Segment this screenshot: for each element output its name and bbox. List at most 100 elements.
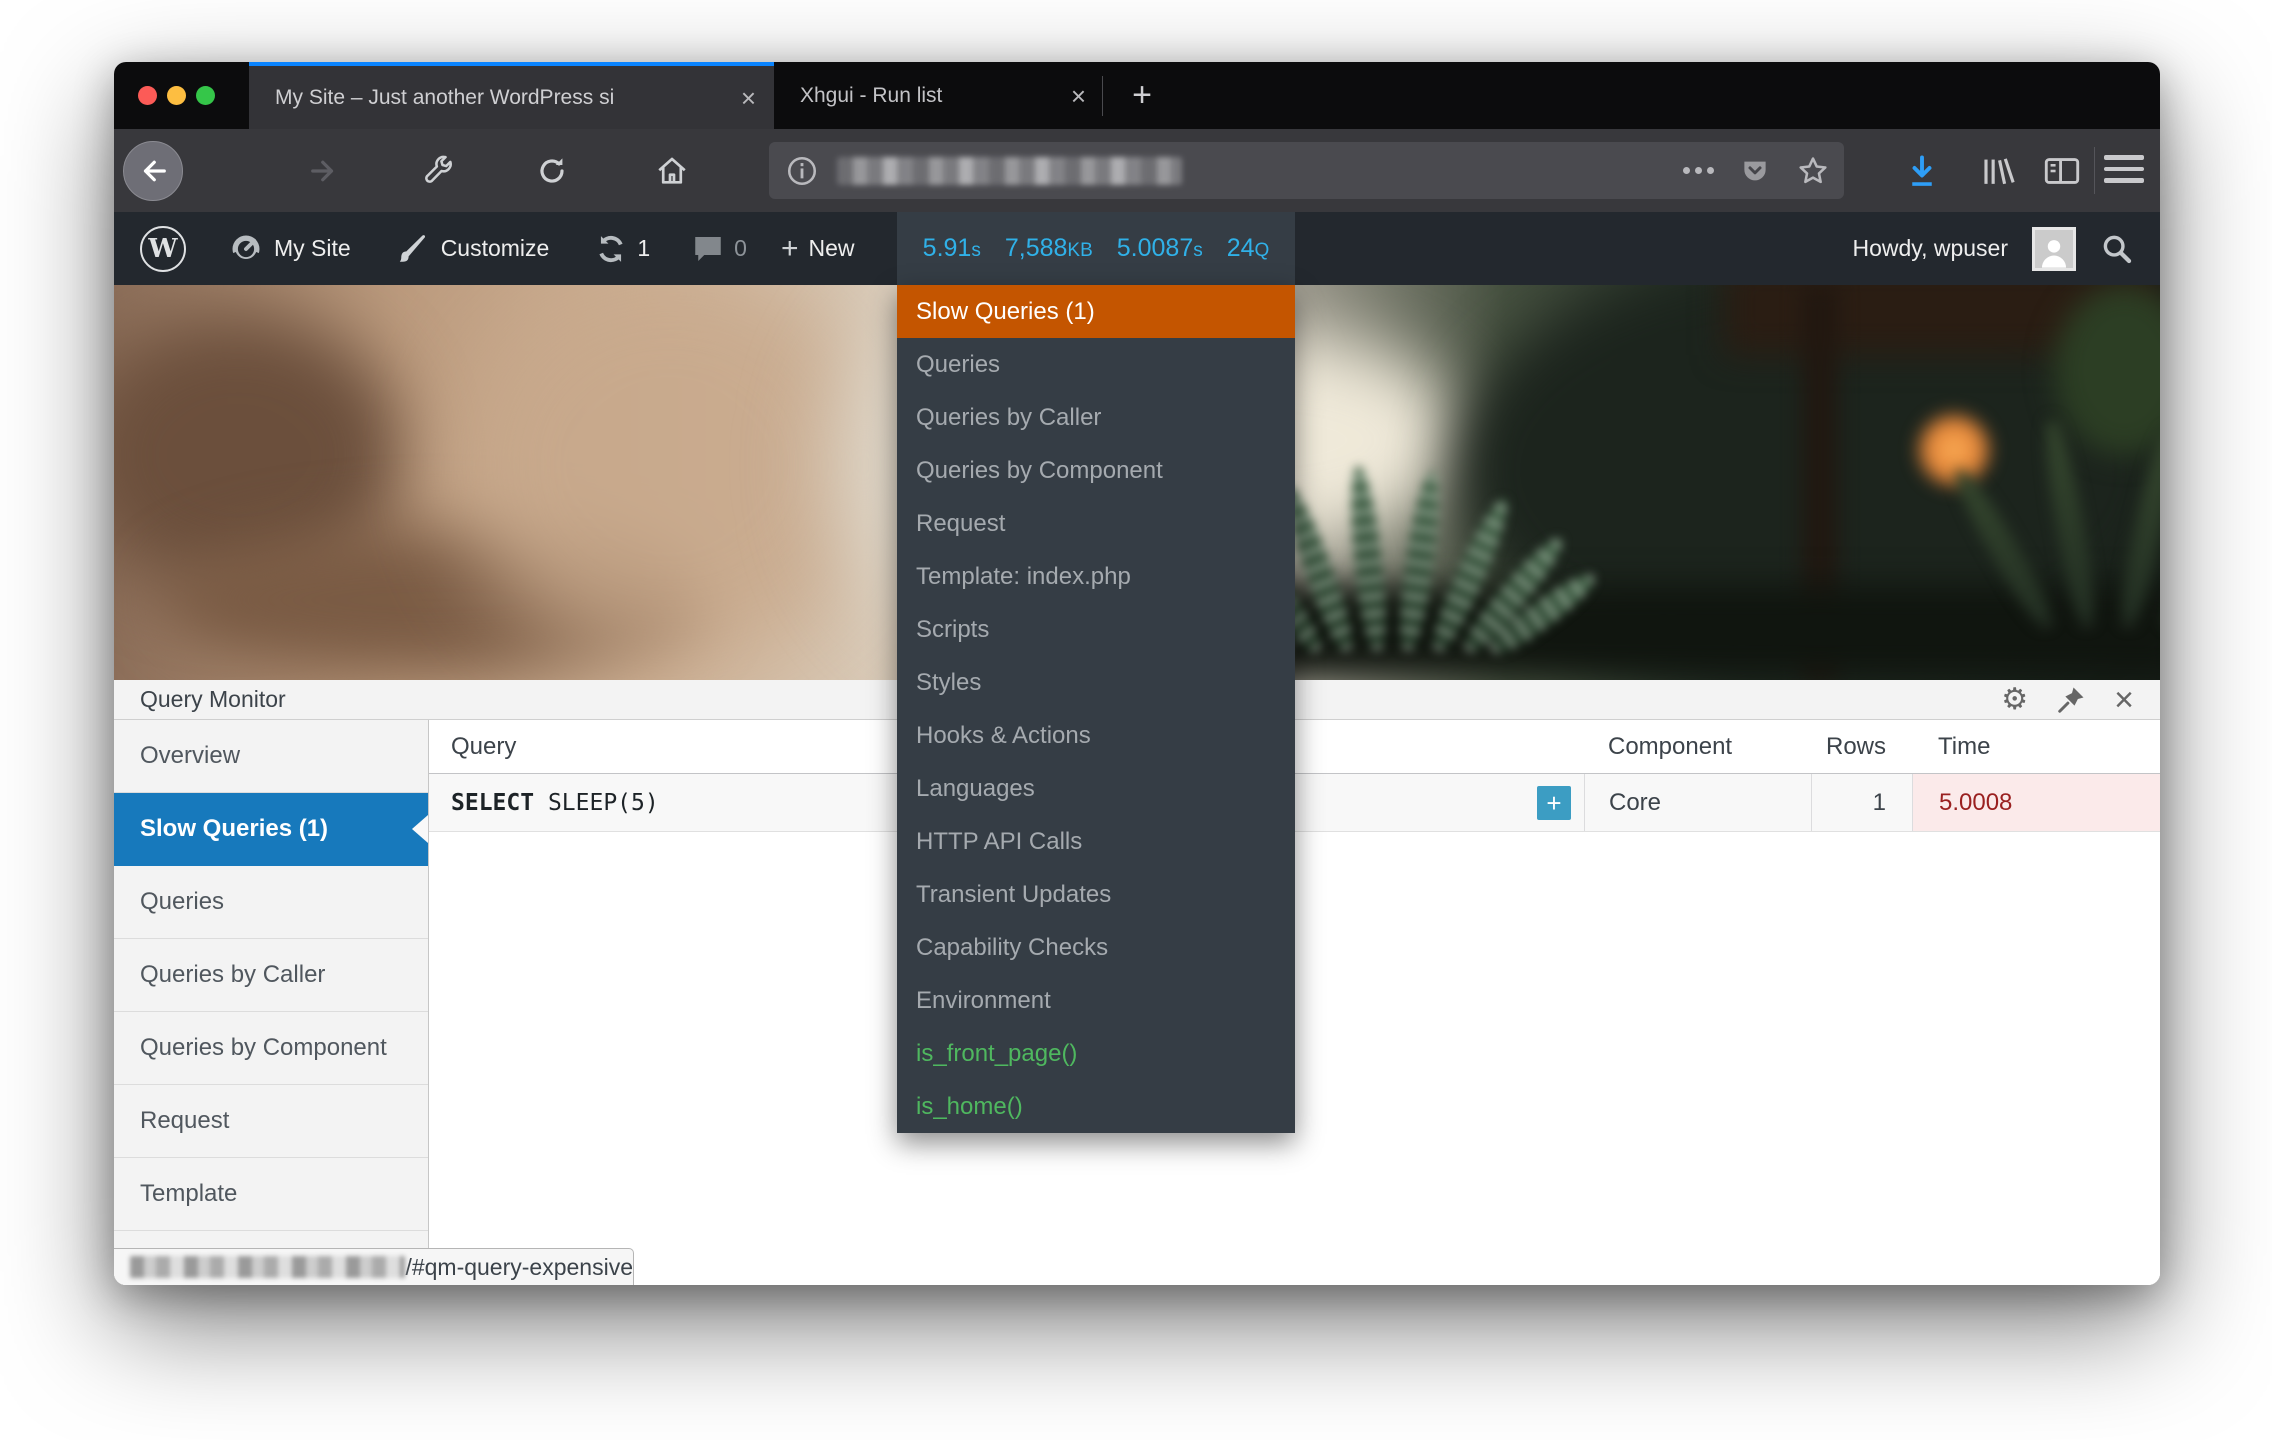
close-window-button[interactable] (138, 86, 157, 105)
query-monitor-stats-menu[interactable]: 5.91s 7,588KB 5.0087s 24Q (897, 212, 1295, 285)
home-button[interactable] (642, 129, 702, 212)
tab-title: My Site – Just another WordPress si (249, 86, 723, 110)
customize-menu[interactable]: Customize (397, 212, 550, 285)
menu-item-template[interactable]: Template: index.php (897, 550, 1295, 603)
menu-item-http-api-calls[interactable]: HTTP API Calls (897, 815, 1295, 868)
wrench-icon (423, 155, 455, 187)
brush-icon (397, 232, 431, 266)
new-tab-button[interactable]: + (1114, 62, 1170, 129)
my-site-menu[interactable]: My Site (228, 212, 351, 285)
qm-stat-load-time: 5.91s (923, 234, 981, 263)
plus-icon: + (781, 232, 799, 266)
forward-button[interactable] (294, 129, 354, 212)
customize-label: Customize (441, 235, 550, 262)
search-icon[interactable] (2100, 232, 2134, 266)
my-site-label: My Site (274, 235, 351, 262)
menu-item-queries-by-component[interactable]: Queries by Component (897, 444, 1295, 497)
avatar[interactable] (2032, 227, 2076, 271)
sidebar-item-queries[interactable]: Queries (114, 866, 428, 939)
downloads-button[interactable] (1904, 129, 1940, 212)
tab-my-site[interactable]: My Site – Just another WordPress si × (249, 62, 774, 129)
forward-icon (309, 156, 339, 186)
menu-item-transient-updates[interactable]: Transient Updates (897, 868, 1295, 921)
maximize-window-button[interactable] (196, 86, 215, 105)
new-label: New (808, 235, 854, 262)
redacted-status-domain (130, 1256, 405, 1278)
new-content-menu[interactable]: + New (747, 212, 855, 285)
reload-button[interactable] (522, 129, 582, 212)
minimize-window-button[interactable] (167, 86, 186, 105)
sidebar-toggle-icon (2042, 153, 2082, 189)
menu-item-request[interactable]: Request (897, 497, 1295, 550)
column-header-component[interactable]: Component (1584, 720, 1811, 773)
bookmark-star-icon[interactable] (1796, 154, 1830, 188)
tab-divider (1102, 76, 1103, 116)
redacted-url-text (837, 157, 1182, 185)
menu-item-is-home[interactable]: is_home() (897, 1080, 1295, 1133)
url-bar[interactable] (769, 142, 1844, 199)
status-bar: /#qm-query-expensive (114, 1248, 634, 1285)
menu-item-queries-by-caller[interactable]: Queries by Caller (897, 391, 1295, 444)
comments-icon (690, 231, 726, 267)
wordpress-logo-icon: W (140, 226, 186, 272)
menu-item-styles[interactable]: Styles (897, 656, 1295, 709)
rows-cell: 1 (1811, 774, 1912, 831)
menu-item-capability-checks[interactable]: Capability Checks (897, 921, 1295, 974)
browser-window: My Site – Just another WordPress si × Xh… (114, 62, 2160, 1285)
back-button[interactable] (122, 129, 184, 212)
library-icon (1976, 153, 2016, 189)
dashboard-gauge-icon (228, 231, 264, 267)
tab-close-icon[interactable]: × (723, 85, 774, 111)
query-monitor-dropdown: Slow Queries (1) Queries Queries by Call… (897, 285, 1295, 1133)
close-panel-icon[interactable]: × (2114, 683, 2134, 717)
page-actions-icon[interactable] (1683, 167, 1714, 174)
pin-icon[interactable] (2056, 685, 2086, 715)
back-icon (123, 141, 183, 201)
site-info-icon[interactable] (785, 154, 819, 188)
tab-title: Xhgui - Run list (774, 84, 1053, 108)
corner-plant (2014, 325, 2160, 625)
wp-admin-bar: W My Site Customize 1 0 + New (114, 212, 2160, 285)
traffic-lights (138, 86, 215, 105)
page-tools-button[interactable] (409, 129, 469, 212)
active-arrow (412, 815, 428, 843)
menu-item-is-front-page[interactable]: is_front_page() (897, 1027, 1295, 1080)
component-cell: Core (1584, 774, 1811, 831)
sidebars-button[interactable] (2042, 129, 2082, 212)
sidebar-item-template[interactable]: Template (114, 1158, 428, 1231)
menu-item-queries[interactable]: Queries (897, 338, 1295, 391)
howdy-label[interactable]: Howdy, wpuser (1852, 235, 2008, 262)
home-icon (655, 154, 689, 188)
qm-panel-title: Query Monitor (114, 686, 286, 713)
qm-stat-query-count: 24Q (1227, 234, 1270, 263)
sidebar-item-slow-queries[interactable]: Slow Queries (1) (114, 793, 428, 866)
tab-bar: My Site – Just another WordPress si × Xh… (114, 62, 2160, 129)
sidebar-item-overview[interactable]: Overview (114, 720, 428, 793)
updates-icon (593, 231, 629, 267)
sidebar-item-request[interactable]: Request (114, 1085, 428, 1158)
pocket-icon[interactable] (1740, 155, 1770, 187)
qm-sidebar: Overview Slow Queries (1) Queries Querie… (114, 720, 429, 1285)
qm-stat-memory: 7,588KB (1005, 234, 1093, 263)
tab-close-icon[interactable]: × (1053, 83, 1104, 109)
sidebar-item-queries-by-caller[interactable]: Queries by Caller (114, 939, 428, 1012)
settings-gear-icon[interactable]: ⚙ (2001, 685, 2028, 715)
menu-item-hooks-actions[interactable]: Hooks & Actions (897, 709, 1295, 762)
toolbar-divider (2094, 147, 2095, 194)
menu-button[interactable] (2104, 155, 2144, 183)
menu-item-scripts[interactable]: Scripts (897, 603, 1295, 656)
tab-xhgui[interactable]: Xhgui - Run list × (774, 62, 1104, 129)
menu-item-slow-queries[interactable]: Slow Queries (1) (897, 285, 1295, 338)
column-header-rows[interactable]: Rows (1811, 720, 1912, 773)
updates-menu[interactable]: 1 (593, 212, 650, 285)
menu-item-environment[interactable]: Environment (897, 974, 1295, 1027)
download-icon (1904, 153, 1940, 189)
wp-logo-menu[interactable]: W (114, 212, 186, 285)
sidebar-item-queries-by-component[interactable]: Queries by Component (114, 1012, 428, 1085)
comments-menu[interactable]: 0 (690, 212, 747, 285)
expand-toggle-button[interactable]: + (1537, 786, 1571, 820)
column-header-time[interactable]: Time (1912, 720, 2160, 773)
time-cell: 5.0008 (1912, 774, 2160, 831)
menu-item-languages[interactable]: Languages (897, 762, 1295, 815)
library-button[interactable] (1976, 129, 2016, 212)
